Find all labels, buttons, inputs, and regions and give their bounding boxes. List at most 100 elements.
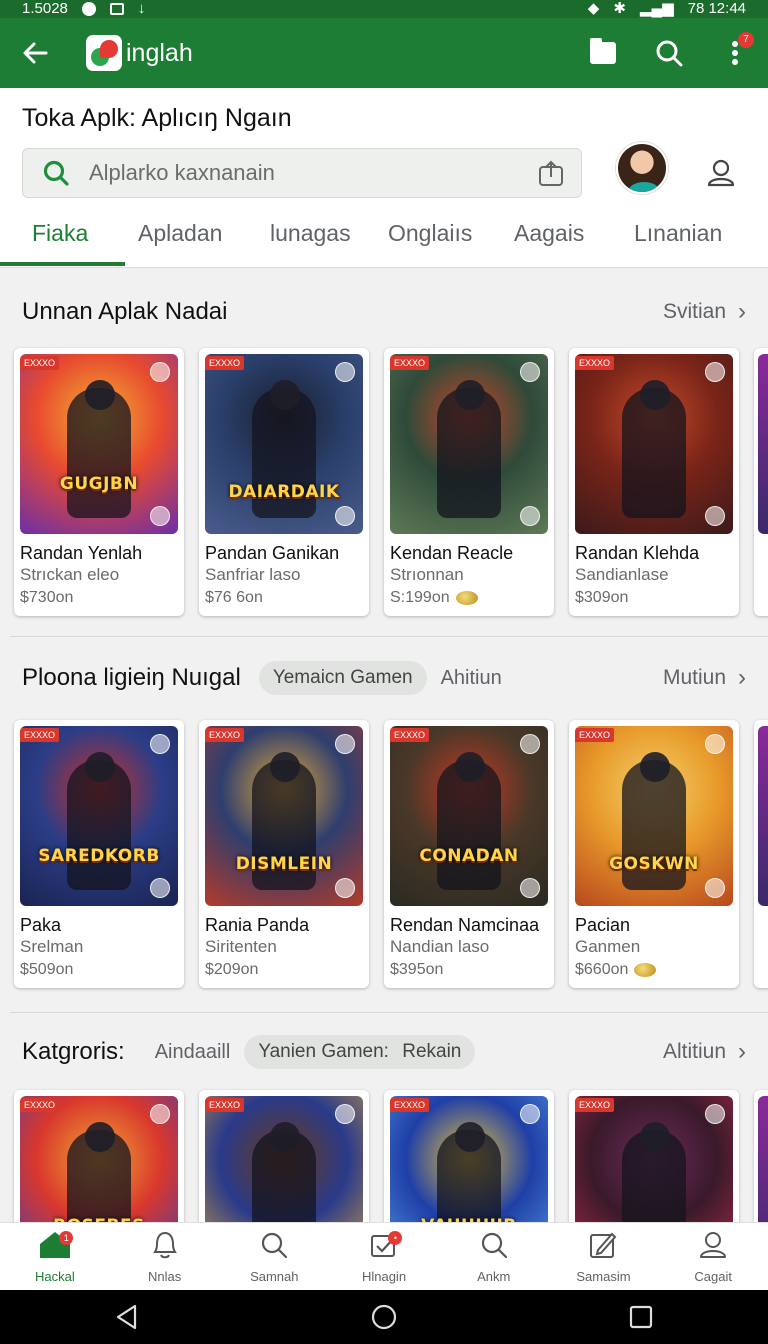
app-card[interactable]: EXXXOLANCES CAMES	[569, 1090, 739, 1222]
app-card[interactable]: EXXXO DAIARDAIK Pandan Ganikan Sanfriar las…	[199, 348, 369, 616]
section-see-more-link[interactable]: Svitian ›	[663, 298, 746, 326]
nav-item-cagait[interactable]: Cagait	[658, 1223, 768, 1290]
nav-item-samasim[interactable]: Samasim	[549, 1223, 659, 1290]
price-value: $660on	[575, 961, 629, 978]
content-area[interactable]: Unnan Aplak Nadai Svitian › EXXXO GUGJBN R…	[0, 268, 768, 1222]
info-icon[interactable]	[520, 878, 540, 898]
category-tabs: Fiaka Apladan lunagas Onglaiıs Aagais Lı…	[0, 206, 768, 268]
app-tag-badge: EXXXO	[205, 728, 245, 742]
section-see-more-link[interactable]: Altitiun ›	[663, 1038, 746, 1066]
section-title: Ploona ligieiŋ Nuıgal	[22, 664, 241, 691]
nav-item-hlnagin[interactable]: Hlnagin •	[329, 1223, 439, 1290]
see-more-label: Svitian	[662, 300, 726, 323]
back-button[interactable]	[0, 18, 70, 88]
app-artwork: EXXXO DAIARDAIK	[205, 354, 363, 534]
nav-item-ankm[interactable]: Ankm	[439, 1223, 549, 1290]
app-card[interactable]: EXXXO GOSKWN Pacian Ganmen $660on	[569, 720, 739, 988]
app-card[interactable]: EXXXOROSEBES	[14, 1090, 184, 1222]
app-subtitle: Strıckan eleo	[20, 565, 120, 584]
app-artwork: EXXXO	[390, 354, 548, 534]
favorite-icon[interactable]	[335, 1104, 355, 1124]
info-icon[interactable]	[335, 878, 355, 898]
favorite-icon[interactable]	[705, 362, 725, 382]
section-header: Unnan Aplak Nadai Svitian ›	[22, 292, 746, 332]
favorite-icon[interactable]	[705, 734, 725, 754]
nav-item-hackal[interactable]: Hackal 1	[0, 1223, 110, 1290]
overflow-menu-button[interactable]: 7	[702, 18, 768, 88]
price-value: $309on	[575, 589, 629, 606]
app-tag-badge: EXXXO	[575, 1098, 615, 1112]
favorite-icon[interactable]	[705, 1104, 725, 1124]
system-recents-icon[interactable]	[629, 1305, 653, 1329]
section-see-more-link[interactable]: Mutiun ›	[663, 664, 746, 692]
system-home-icon[interactable]	[370, 1303, 398, 1331]
tab-lunagas[interactable]: lunagas	[270, 206, 351, 268]
info-icon[interactable]	[150, 506, 170, 526]
active-tab-indicator	[0, 262, 125, 266]
nav-item-label: Hlnagin	[361, 1268, 407, 1284]
favorite-icon[interactable]	[335, 362, 355, 382]
info-icon[interactable]	[150, 878, 170, 898]
search-bar[interactable]	[22, 148, 582, 198]
favorite-icon[interactable]	[520, 734, 540, 754]
coin-icon	[455, 591, 478, 605]
app-card[interactable]: EXXXOMKKAA	[199, 1090, 369, 1222]
app-price: $309on	[575, 586, 733, 610]
system-back-icon[interactable]	[115, 1304, 139, 1330]
favorite-icon[interactable]	[150, 362, 170, 382]
app-card-partial[interactable]	[754, 720, 768, 988]
app-card-partial[interactable]	[754, 1090, 768, 1222]
account-button[interactable]	[698, 150, 744, 196]
search-icon	[479, 1230, 509, 1265]
game-character-figure	[252, 1122, 316, 1222]
favorite-icon[interactable]	[150, 1104, 170, 1124]
tab-aagais[interactable]: Aagais	[514, 206, 584, 268]
app-subtitle: Ganmen	[575, 937, 641, 956]
filter-option[interactable]: Ahitiun	[441, 667, 502, 690]
app-subtitle: Sanfriar laso	[205, 565, 301, 584]
app-card[interactable]: EXXXO DISMLEIN Rania Panda Siritenten $209on	[199, 720, 369, 988]
page-title: Toka Aplk: Aplıcıŋ Ngaın	[22, 104, 292, 132]
app-card[interactable]: EXXXOVAUUUIIR	[384, 1090, 554, 1222]
tab-fiaka[interactable]: Fiaka	[32, 206, 88, 268]
filter-option[interactable]: Aindaaill	[155, 1041, 231, 1064]
game-logo-text: DISMLEIN	[235, 854, 333, 874]
share-button[interactable]	[521, 159, 581, 187]
avatar[interactable]	[616, 142, 668, 194]
search-input[interactable]	[89, 160, 521, 186]
see-more-label: Mutiun	[662, 666, 726, 689]
info-icon[interactable]	[520, 506, 540, 526]
coin-icon	[634, 963, 657, 977]
filter-chip[interactable]: Yemaicn Gamen	[258, 661, 427, 695]
app-card[interactable]: EXXXO SAREDKORB Paka Srelman $509on	[14, 720, 184, 988]
tab-onglaiis[interactable]: Onglaiıs	[388, 206, 472, 268]
app-name: Kendan Reacle	[390, 543, 514, 563]
favorite-icon[interactable]	[520, 362, 540, 382]
favorite-icon[interactable]	[520, 1104, 540, 1124]
status-app-icon	[81, 2, 96, 16]
favorite-icon[interactable]	[335, 734, 355, 754]
app-card-partial[interactable]	[754, 348, 768, 616]
info-icon[interactable]	[705, 878, 725, 898]
tab-linanian[interactable]: Lınanian	[634, 206, 722, 268]
search-button[interactable]	[636, 18, 702, 88]
app-card[interactable]: EXXXO Kendan Reacle Strıonnan S:199on	[384, 348, 554, 616]
app-bar: inglah 7	[0, 18, 768, 88]
nav-item-nnlas[interactable]: Nnlas	[110, 1223, 220, 1290]
info-icon[interactable]	[705, 506, 725, 526]
app-card[interactable]: EXXXO GUGJBN Randan Yenlah Strıckan eleo $73…	[14, 348, 184, 616]
app-price: $395on	[390, 958, 548, 982]
app-card[interactable]: EXXXO Randan Klehda Sandianlase $309on	[569, 348, 739, 616]
chip-suffix: Rekain	[402, 1041, 462, 1062]
favorite-icon[interactable]	[150, 734, 170, 754]
nav-item-samnah[interactable]: Samnah	[219, 1223, 329, 1290]
status-bluetooth-icon: ✱	[613, 0, 626, 17]
game-logo-text: DAIARDAIK	[228, 482, 340, 502]
library-button[interactable]	[570, 18, 636, 88]
game-character-figure	[67, 1122, 131, 1222]
tab-apladan[interactable]: Apladan	[138, 206, 222, 268]
info-icon[interactable]	[335, 506, 355, 526]
app-card[interactable]: EXXXO CONADAN Rendan Namcinaa Nandian laso $…	[384, 720, 554, 988]
filter-chip[interactable]: Yanien Gamen: Rekain	[244, 1035, 476, 1069]
person-icon	[707, 159, 735, 187]
